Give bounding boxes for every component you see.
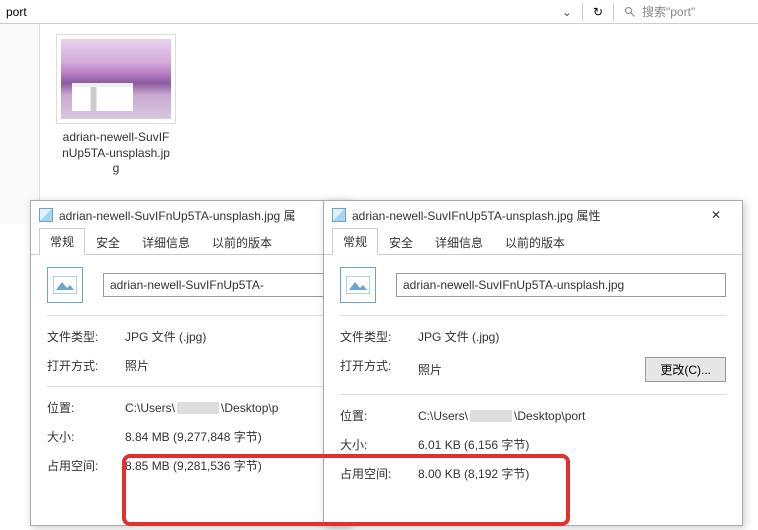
- filename-field[interactable]: adrian-newell-SuvIFnUp5TA-unsplash.jpg: [396, 273, 726, 297]
- label-filetype: 文件类型:: [340, 328, 418, 345]
- refresh-icon: ↻: [593, 5, 603, 19]
- value-size: 6.01 KB (6,156 字节): [418, 436, 726, 453]
- row-size: 大小: 8.84 MB (9,277,848 字节): [47, 422, 333, 451]
- close-button[interactable]: ✕: [698, 205, 734, 225]
- close-icon: ✕: [711, 208, 721, 222]
- loc-suffix: \Desktop\port: [514, 409, 585, 423]
- dialog-body: adrian-newell-SuvIFnUp5TA-unsplash.jpg 文…: [324, 255, 742, 488]
- value-location: C:\Users\ \Desktop\port: [418, 407, 726, 424]
- change-button[interactable]: 更改(C)...: [645, 357, 726, 382]
- value-size: 8.84 MB (9,277,848 字节): [125, 428, 333, 445]
- redacted-mask: [177, 402, 219, 414]
- label-size: 大小:: [47, 428, 125, 445]
- file-item[interactable]: adrian-newell-SuvIFnUp5TA-unsplash.jpg: [56, 34, 176, 177]
- window-title: adrian-newell-SuvIFnUp5TA-unsplash.jpg 属…: [352, 207, 698, 224]
- explorer-topbar: port ⌄ ↻ 搜索"port": [0, 0, 758, 24]
- tab-details[interactable]: 详细信息: [131, 229, 201, 255]
- label-sizeondisk: 占用空间:: [340, 465, 418, 482]
- window-icon: [39, 208, 53, 222]
- separator: [340, 315, 726, 316]
- window-title: adrian-newell-SuvIFnUp5TA-unsplash.jpg 属: [59, 207, 341, 224]
- label-location: 位置:: [47, 399, 125, 416]
- file-area: adrian-newell-SuvIFnUp5TA-unsplash.jpg: [0, 24, 758, 224]
- loc-prefix: C:\Users\: [418, 409, 468, 423]
- value-filetype: JPG 文件 (.jpg): [418, 328, 726, 345]
- window-icon: [332, 208, 346, 222]
- separator: [47, 315, 333, 316]
- tab-general[interactable]: 常规: [39, 228, 85, 255]
- row-filetype: 文件类型: JPG 文件 (.jpg): [340, 322, 726, 351]
- filename-field[interactable]: adrian-newell-SuvIFnUp5TA-: [103, 273, 333, 297]
- file-icon-row: adrian-newell-SuvIFnUp5TA-unsplash.jpg: [340, 267, 726, 303]
- label-filetype: 文件类型:: [47, 328, 125, 345]
- label-openwith: 打开方式:: [47, 357, 125, 374]
- value-filetype: JPG 文件 (.jpg): [125, 328, 333, 345]
- row-openwith: 打开方式: 照片 更改(C)...: [340, 351, 726, 388]
- properties-dialog-1: adrian-newell-SuvIFnUp5TA-unsplash.jpg 属…: [30, 200, 350, 526]
- value-sizeondisk: 8.00 KB (8,192 字节): [418, 465, 726, 482]
- image-thumbnail: [61, 39, 171, 119]
- label-openwith: 打开方式:: [340, 357, 418, 382]
- row-location: 位置: C:\Users\ \Desktop\port: [340, 401, 726, 430]
- search-input[interactable]: 搜索"port": [618, 0, 758, 23]
- file-type-icon: [340, 267, 376, 303]
- row-filetype: 文件类型: JPG 文件 (.jpg): [47, 322, 333, 351]
- address-bar[interactable]: port ⌄: [0, 3, 578, 21]
- tab-strip: 常规 安全 详细信息 以前的版本: [31, 229, 349, 255]
- row-sizeondisk: 占用空间: 8.00 KB (8,192 字节): [340, 459, 726, 488]
- file-icon-row: adrian-newell-SuvIFnUp5TA-: [47, 267, 333, 303]
- tab-strip: 常规 安全 详细信息 以前的版本: [324, 229, 742, 255]
- separator: [47, 386, 333, 387]
- label-sizeondisk: 占用空间:: [47, 457, 125, 474]
- file-type-icon: [47, 267, 83, 303]
- loc-prefix: C:\Users\: [125, 401, 175, 415]
- value-openwith: 照片: [125, 357, 333, 374]
- tab-security[interactable]: 安全: [85, 229, 131, 255]
- tab-security[interactable]: 安全: [378, 229, 424, 255]
- row-sizeondisk: 占用空间: 8.85 MB (9,281,536 字节): [47, 451, 333, 480]
- row-location: 位置: C:\Users\ \Desktop\p: [47, 393, 333, 422]
- separator: [340, 394, 726, 395]
- tab-previous[interactable]: 以前的版本: [494, 229, 576, 255]
- redacted-mask: [470, 410, 512, 422]
- row-openwith: 打开方式: 照片: [47, 351, 333, 380]
- dialog-body: adrian-newell-SuvIFnUp5TA- 文件类型: JPG 文件 …: [31, 255, 349, 480]
- properties-dialog-2: adrian-newell-SuvIFnUp5TA-unsplash.jpg 属…: [323, 200, 743, 526]
- tab-details[interactable]: 详细信息: [424, 229, 494, 255]
- refresh-button[interactable]: ↻: [587, 0, 609, 23]
- file-name-label: adrian-newell-SuvIFnUp5TA-unsplash.jpg: [56, 130, 176, 177]
- nav-pane[interactable]: [0, 24, 40, 224]
- separator: [613, 3, 614, 21]
- value-openwith: 照片 更改(C)...: [418, 357, 726, 382]
- value-sizeondisk: 8.85 MB (9,281,536 字节): [125, 457, 333, 474]
- titlebar[interactable]: adrian-newell-SuvIFnUp5TA-unsplash.jpg 属: [31, 201, 349, 229]
- tab-general[interactable]: 常规: [332, 228, 378, 255]
- file-thumbnail: [56, 34, 176, 124]
- tab-previous[interactable]: 以前的版本: [201, 229, 283, 255]
- openwith-app: 照片: [418, 361, 442, 378]
- value-location: C:\Users\ \Desktop\p: [125, 399, 333, 416]
- label-location: 位置:: [340, 407, 418, 424]
- titlebar[interactable]: adrian-newell-SuvIFnUp5TA-unsplash.jpg 属…: [324, 201, 742, 229]
- chevron-down-icon[interactable]: ⌄: [562, 5, 572, 19]
- file-grid[interactable]: adrian-newell-SuvIFnUp5TA-unsplash.jpg: [40, 24, 192, 224]
- search-placeholder: 搜索"port": [642, 3, 695, 20]
- loc-suffix: \Desktop\p: [221, 401, 278, 415]
- separator: [582, 3, 583, 21]
- row-size: 大小: 6.01 KB (6,156 字节): [340, 430, 726, 459]
- address-path: port: [6, 5, 556, 19]
- label-size: 大小:: [340, 436, 418, 453]
- search-icon: [624, 6, 636, 18]
